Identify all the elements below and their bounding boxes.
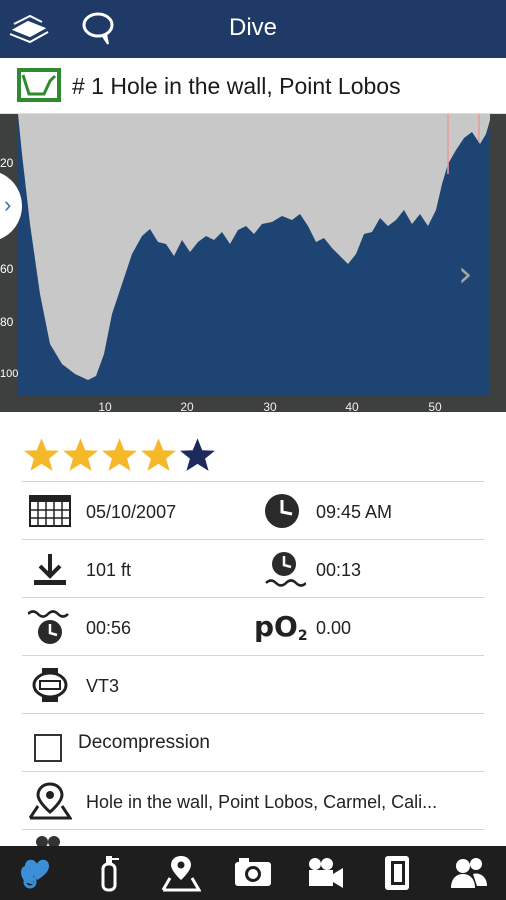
max-depth-icon <box>28 550 72 588</box>
x-tick: 20 <box>180 400 194 412</box>
y-tick: 60 <box>0 262 14 276</box>
y-tick: 100 <box>0 368 19 380</box>
location-row[interactable]: Hole in the wall, Point Lobos, Carmel, C… <box>22 772 484 830</box>
map-icon[interactable] <box>152 850 208 896</box>
dive-location: Hole in the wall, Point Lobos, Carmel, C… <box>86 792 438 812</box>
dive-computer: VT3 <box>86 676 120 696</box>
page-title: Dive <box>228 14 277 41</box>
surface-interval: 00:56 <box>86 618 132 638</box>
buddies-icon[interactable] <box>440 850 496 896</box>
dive-date: 05/10/2007 <box>86 502 177 522</box>
dive-time: 09:45 AM <box>316 502 393 522</box>
bottom-time-icon <box>262 550 307 588</box>
video-icon[interactable] <box>296 850 352 896</box>
clock-icon <box>262 492 306 530</box>
buddies-row-icon <box>30 832 66 846</box>
y-tick: 80 <box>0 315 14 329</box>
bottom-navigation <box>0 846 506 900</box>
computer-row: VT3 <box>22 656 484 714</box>
po2-value: 0.00 <box>316 618 352 638</box>
next-dive-button[interactable]: › <box>458 254 472 295</box>
dive-title: # 1 Hole in the wall, Point Lobos <box>72 73 401 99</box>
x-tick: 30 <box>263 400 277 412</box>
surface-interval-icon <box>27 608 72 646</box>
app-header: Dive <box>0 0 506 58</box>
x-tick: 10 <box>98 400 112 412</box>
rating-row <box>22 424 484 482</box>
dive-computer-icon <box>28 666 72 704</box>
decompression-label: Decompression <box>78 732 210 753</box>
po2-label: pO2 <box>254 610 308 644</box>
x-tick: 50 <box>428 400 442 412</box>
depth-row: 101 ft 00:13 <box>22 540 484 598</box>
chevron-left-icon: › <box>4 192 12 217</box>
notes-icon[interactable] <box>368 850 424 896</box>
profile-chart-icon <box>16 67 62 103</box>
calendar-icon <box>28 492 72 530</box>
decompression-checkbox[interactable] <box>34 734 62 762</box>
dive-icon[interactable] <box>8 850 64 896</box>
camera-icon[interactable] <box>224 850 280 896</box>
dive-profile-chart: 20 60 80 100 10 20 30 40 50 › › <box>0 114 506 412</box>
bottom-time: 00:13 <box>316 560 362 580</box>
max-depth: 101 ft <box>86 560 132 580</box>
date-time-row: 05/10/2007 09:45 AM <box>22 482 484 540</box>
x-tick: 40 <box>345 400 359 412</box>
location-pin-icon <box>28 782 73 820</box>
dive-title-row: # 1 Hole in the wall, Point Lobos <box>0 58 506 114</box>
decompression-row[interactable]: Decompression <box>22 714 484 772</box>
surface-po2-row: 00:56 pO2 0.00 <box>22 598 484 656</box>
tank-icon[interactable] <box>80 850 136 896</box>
y-tick: 20 <box>0 156 14 170</box>
depth-profile-graph <box>18 114 506 412</box>
